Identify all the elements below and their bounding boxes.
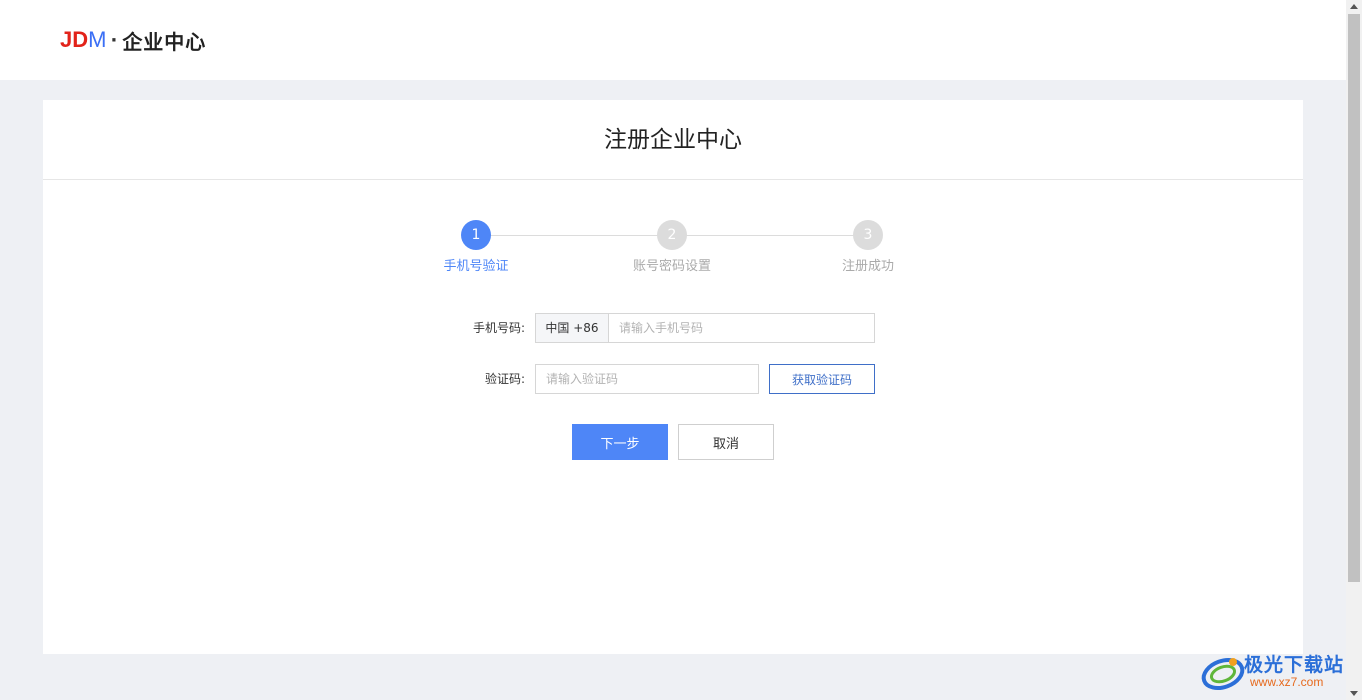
verify-code-row: 验证码: 获取验证码 xyxy=(43,364,1303,394)
top-header: J D M · 企业中心 xyxy=(0,0,1346,80)
watermark-name: 极光下载站 xyxy=(1244,654,1345,676)
step-phone-verify: 1 手机号验证 xyxy=(406,220,546,274)
logo-letter-d: D xyxy=(72,27,89,52)
step-number: 1 xyxy=(461,220,491,250)
logo-letter-m: M xyxy=(88,27,106,52)
verify-code-label: 验证码: xyxy=(484,372,525,386)
phone-label: 手机号码: xyxy=(472,321,525,335)
step-label: 注册成功 xyxy=(841,259,894,274)
step-number: 2 xyxy=(657,220,687,250)
get-code-button[interactable]: 获取验证码 xyxy=(769,364,875,394)
phone-input[interactable] xyxy=(609,314,874,342)
step-label: 账号密码设置 xyxy=(632,259,711,274)
phone-input-group: 中国 +86 xyxy=(535,313,875,343)
swirl-logo-icon xyxy=(1201,657,1245,691)
site-watermark: 极光下载站 www.xz7.com xyxy=(1200,650,1352,694)
page-title: 注册企业中心 xyxy=(43,100,1303,180)
country-code-select[interactable]: 中国 +86 xyxy=(536,314,609,342)
jdm-logo[interactable]: J D M · 企业中心 xyxy=(60,27,207,54)
verify-code-input[interactable] xyxy=(536,365,758,393)
step-number: 3 xyxy=(853,220,883,250)
verify-code-field xyxy=(535,364,759,394)
watermark-url: www.xz7.com xyxy=(1250,675,1324,689)
next-step-button[interactable]: 下一步 xyxy=(572,424,668,460)
vertical-scrollbar[interactable] xyxy=(1346,0,1362,700)
step-label: 手机号验证 xyxy=(443,259,509,274)
step-account-password: 2 账号密码设置 xyxy=(602,220,742,274)
logo-letter-j: J xyxy=(60,27,73,52)
scroll-up-icon[interactable] xyxy=(1350,4,1358,9)
logo-dot: · xyxy=(110,29,118,51)
cancel-button[interactable]: 取消 xyxy=(678,424,774,460)
phone-row: 手机号码: 中国 +86 xyxy=(43,313,1303,343)
scrollbar-thumb[interactable] xyxy=(1348,14,1360,582)
register-card: 注册企业中心 1 手机号验证 2 账号密码设置 3 注册成功 手机号码: 中国 … xyxy=(43,100,1303,654)
step-register-success: 3 注册成功 xyxy=(798,220,938,274)
logo-text: 企业中心 xyxy=(122,29,207,54)
